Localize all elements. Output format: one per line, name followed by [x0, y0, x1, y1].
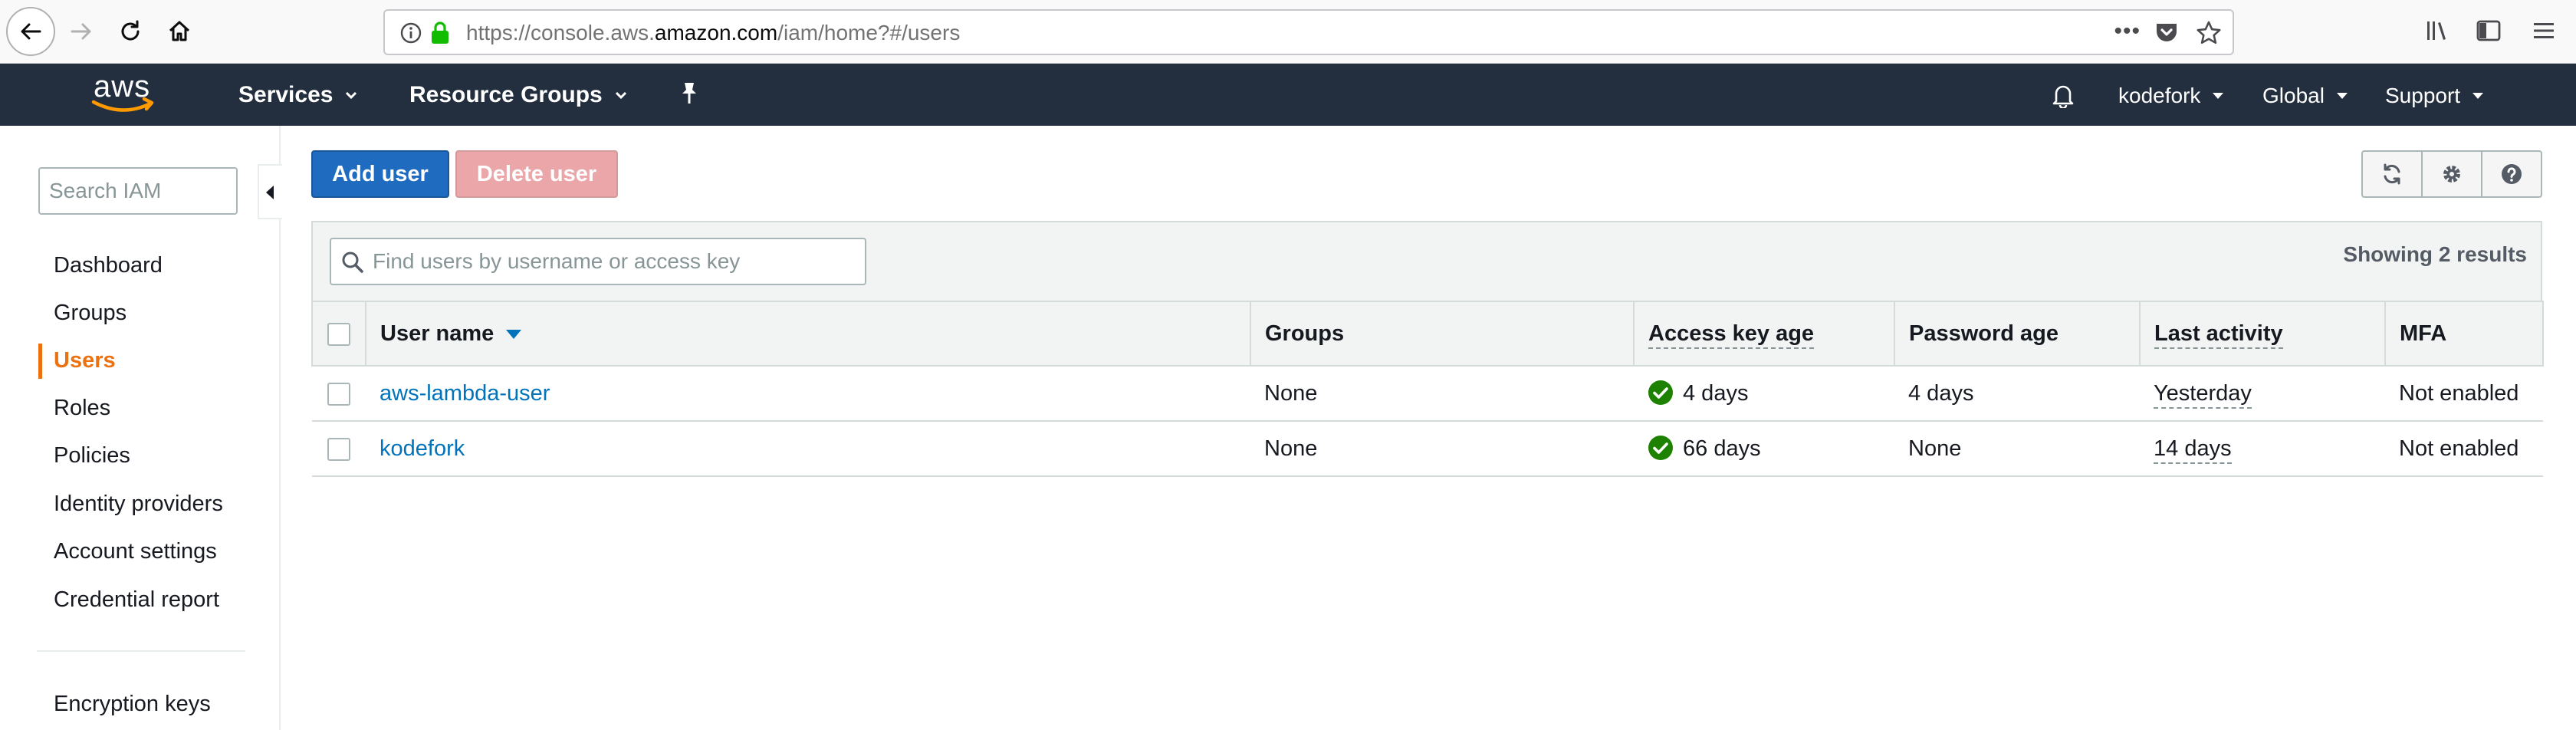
row-select-cell — [312, 421, 366, 477]
aws-smile-logo — [91, 97, 154, 112]
password-age-cell: 4 days — [1894, 366, 2140, 422]
sidebar-item-credential-report[interactable]: Credential report — [54, 587, 219, 613]
iam-sidebar: Dashboard Groups Users Roles Policies Id… — [0, 126, 282, 730]
table-row[interactable]: kodefork None 66 days None 14 days Not e… — [312, 421, 2543, 477]
refresh-button[interactable] — [2363, 152, 2423, 196]
services-menu[interactable]: Services — [238, 82, 357, 108]
column-password-age[interactable]: Password age — [1894, 301, 2141, 367]
collapse-left-icon — [266, 186, 274, 199]
column-mfa[interactable]: MFA — [2385, 301, 2544, 367]
row-select-cell — [312, 366, 366, 422]
info-icon[interactable] — [400, 22, 422, 44]
menu-icon[interactable] — [2530, 17, 2558, 44]
mfa-cell: Not enabled — [2385, 421, 2543, 477]
check-circle-icon — [1648, 380, 1673, 405]
sidebar-item-users[interactable]: Users — [54, 348, 116, 373]
star-icon[interactable] — [2196, 20, 2222, 46]
access-key-age-cell: 4 days — [1634, 366, 1894, 422]
sidebar-item-roles[interactable]: Roles — [54, 396, 110, 421]
sidebar-item-dashboard[interactable]: Dashboard — [54, 253, 163, 278]
back-button[interactable] — [6, 7, 55, 56]
aws-console-navbar: aws Services Resource Groups kodefork Gl… — [0, 64, 2576, 126]
resource-groups-menu[interactable]: Resource Groups — [409, 82, 627, 108]
row-checkbox[interactable] — [327, 382, 350, 406]
groups-cell: None — [1250, 366, 1634, 422]
home-button[interactable] — [155, 7, 204, 56]
sidebar-item-encryption-keys[interactable]: Encryption keys — [54, 692, 211, 717]
browser-toolbar: https://console.aws.amazon.com/iam/home?… — [0, 0, 2576, 64]
address-bar[interactable]: https://console.aws.amazon.com/iam/home?… — [383, 9, 2234, 55]
active-item-indicator — [38, 344, 42, 379]
aws-logo[interactable]: aws — [90, 70, 161, 117]
reload-button[interactable] — [106, 7, 155, 56]
user-link[interactable]: kodefork — [380, 436, 465, 461]
help-icon — [2502, 164, 2522, 184]
row-checkbox[interactable] — [327, 437, 350, 461]
sidebar-item-policies[interactable]: Policies — [54, 443, 130, 469]
reload-icon — [121, 20, 140, 41]
user-name-cell: kodefork — [366, 421, 1250, 477]
sidebar-item-identity-providers[interactable]: Identity providers — [54, 492, 223, 517]
pocket-icon[interactable] — [2154, 21, 2179, 44]
add-user-button[interactable]: Add user — [311, 150, 449, 198]
support-menu[interactable]: Support — [2385, 84, 2484, 108]
bell-icon[interactable] — [2050, 82, 2076, 108]
search-icon — [342, 252, 363, 273]
column-access-key-age[interactable]: Access key age — [1634, 301, 1895, 367]
library-icon[interactable] — [2424, 17, 2452, 44]
table-row[interactable]: aws-lambda-user None 4 days 4 days Yeste… — [312, 366, 2543, 422]
column-user-name[interactable]: User name — [366, 301, 1251, 367]
back-icon — [21, 23, 41, 40]
sort-down-icon — [506, 329, 522, 339]
chevron-down-icon — [615, 91, 626, 99]
caret-down-icon — [2336, 93, 2348, 99]
collapse-sidebar-button[interactable] — [258, 164, 282, 219]
last-activity-cell: 14 days — [2140, 421, 2385, 477]
column-last-activity[interactable]: Last activity — [2140, 301, 2386, 367]
groups-cell: None — [1250, 421, 1634, 477]
account-menu[interactable]: kodefork — [2118, 84, 2224, 108]
caret-down-icon — [2472, 93, 2484, 99]
select-all-checkbox[interactable] — [327, 322, 350, 346]
caret-down-icon — [2213, 93, 2224, 99]
lock-icon[interactable] — [429, 21, 451, 45]
sidebar-divider — [37, 650, 245, 652]
user-link[interactable]: aws-lambda-user — [380, 381, 550, 406]
mfa-cell: Not enabled — [2385, 366, 2543, 422]
region-menu[interactable]: Global — [2262, 84, 2348, 108]
select-all-cell — [311, 301, 366, 367]
forward-icon — [71, 23, 91, 40]
chevron-down-icon — [346, 91, 357, 99]
forward-button[interactable] — [57, 7, 106, 56]
filter-field[interactable] — [330, 238, 866, 285]
refresh-icon — [2384, 163, 2400, 185]
column-groups[interactable]: Groups — [1250, 301, 1635, 367]
url-text[interactable]: https://console.aws.amazon.com/iam/home?… — [466, 21, 960, 45]
filter-users-input[interactable] — [371, 239, 862, 284]
users-filter-panel: Showing 2 results — [311, 221, 2542, 301]
sidebar-icon[interactable] — [2475, 17, 2502, 44]
gear-icon — [2443, 166, 2460, 182]
user-name-cell: aws-lambda-user — [366, 366, 1250, 422]
settings-button[interactable] — [2423, 152, 2482, 196]
sidebar-item-account-settings[interactable]: Account settings — [54, 539, 217, 564]
home-icon — [169, 21, 190, 41]
delete-user-button[interactable]: Delete user — [455, 150, 618, 198]
users-table: User name Groups Access key age Password… — [311, 301, 2544, 477]
pin-icon[interactable] — [678, 81, 701, 105]
results-count: Showing 2 results — [2343, 242, 2527, 266]
sidebar-item-groups[interactable]: Groups — [54, 301, 127, 326]
password-age-cell: None — [1894, 421, 2140, 477]
table-header-row: User name Groups Access key age Password… — [311, 301, 2544, 367]
page-actions-menu[interactable]: ••• — [2114, 18, 2141, 44]
help-button[interactable] — [2482, 152, 2541, 196]
table-tools — [2361, 150, 2542, 198]
last-activity-cell: Yesterday — [2140, 366, 2385, 422]
check-circle-icon — [1648, 435, 1673, 460]
search-iam-input[interactable] — [38, 167, 238, 215]
access-key-age-cell: 66 days — [1634, 421, 1894, 477]
